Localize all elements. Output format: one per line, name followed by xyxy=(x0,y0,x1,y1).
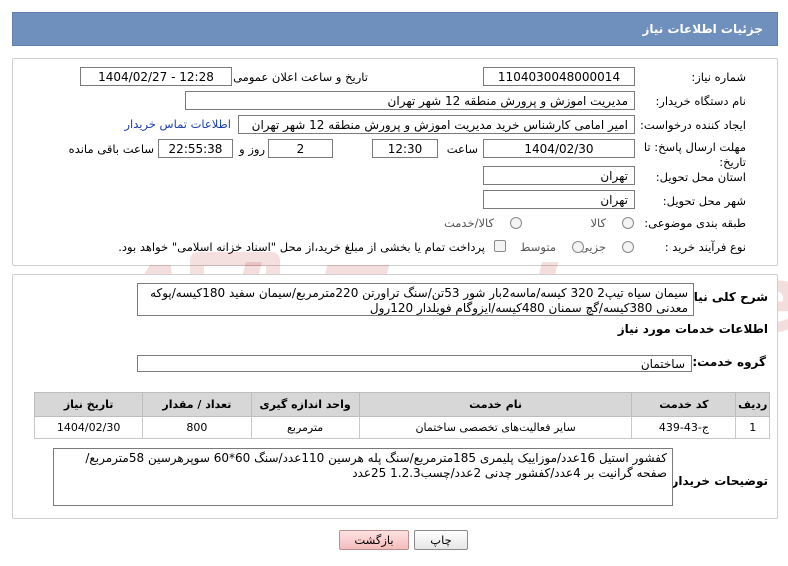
category-radio-goods-service[interactable] xyxy=(510,217,522,229)
days-label: روز و xyxy=(239,142,265,156)
table-row: 1 ج-43-439 سایر فعالیت‌های تخصصی ساختمان… xyxy=(33,416,770,439)
deadline-label: مهلت ارسال پاسخ: تا تاریخ: xyxy=(636,140,746,170)
category-option-goods-service: کالا/خدمت xyxy=(443,216,494,230)
need-number-label: شماره نیاز: xyxy=(691,70,746,84)
cell-service-code: ج-43-439 xyxy=(631,416,737,439)
category-label: طبقه بندی موضوعی: xyxy=(644,216,746,230)
category-radio-goods[interactable] xyxy=(622,217,634,229)
cell-service-name: سایر فعالیت‌های تخصصی ساختمان xyxy=(358,416,633,439)
description-textarea: سیمان سیاه تیپ2 320 کیسه/ماسه2بار شور 53… xyxy=(137,283,694,316)
service-group-label: گروه خدمت: xyxy=(692,355,766,369)
col-row-number: ردیف xyxy=(735,392,770,417)
announce-label: تاریخ و ساعت اعلان عمومی: xyxy=(229,70,368,84)
process-label: نوع فرآیند خرید : xyxy=(664,240,746,254)
cell-row-number: 1 xyxy=(735,416,770,439)
city-label: شهر محل تحویل: xyxy=(662,194,746,208)
process-radio-minor[interactable] xyxy=(622,241,634,253)
col-service-name: نام خدمت xyxy=(358,392,633,417)
deadline-time-field: 12:30 xyxy=(372,139,438,158)
buyer-notes-textarea: کفشور استیل 16عدد/موزاییک پلیمری 185مترم… xyxy=(53,448,673,506)
city-field: تهران xyxy=(483,190,635,209)
process-radio-medium[interactable] xyxy=(572,241,584,253)
days-field: 2 xyxy=(268,139,333,158)
col-unit: واحد اندازه گیری xyxy=(250,392,360,417)
col-service-code: کد خدمت xyxy=(631,392,737,417)
requester-field: امیر امامی کارشناس خرید مدیریت اموزش و پ… xyxy=(238,115,635,134)
category-option-goods: کالا xyxy=(590,216,606,230)
cell-need-date: 1404/02/30 xyxy=(33,416,144,439)
service-group-field: ساختمان xyxy=(137,355,692,372)
deadline-date-field: 1404/02/30 xyxy=(483,139,635,158)
requester-label: ایجاد کننده درخواست: xyxy=(640,118,746,132)
process-option-medium: متوسط xyxy=(519,240,556,254)
province-label: استان محل تحویل: xyxy=(655,170,746,184)
remaining-time-field: 22:55:38 xyxy=(158,139,233,158)
services-table-header: ردیف کد خدمت نام خدمت واحد اندازه گیری ت… xyxy=(33,392,770,417)
payment-note: پرداخت تمام یا بخشی از مبلغ خرید،از محل … xyxy=(118,240,485,254)
page-title: جزئیات اطلاعات نیاز xyxy=(642,22,763,36)
services-table: ردیف کد خدمت نام خدمت واحد اندازه گیری ت… xyxy=(33,392,770,439)
buyer-org-label: نام دستگاه خریدار: xyxy=(655,94,746,108)
col-need-date: تاریخ نیاز xyxy=(33,392,144,417)
col-quantity: تعداد / مقدار xyxy=(142,392,252,417)
page-header: جزئیات اطلاعات نیاز xyxy=(12,12,778,46)
print-button[interactable]: چاپ xyxy=(414,530,468,550)
remaining-label: ساعت باقی مانده xyxy=(68,142,154,156)
need-number-field: 1104030048000014 xyxy=(483,67,635,86)
buyer-org-field: مدیریت اموزش و پرورش منطقه 12 شهر تهران xyxy=(185,91,635,110)
deadline-time-label: ساعت xyxy=(446,142,478,156)
description-label: شرح کلی نیاز: xyxy=(682,290,768,304)
payment-checkbox[interactable] xyxy=(494,240,506,252)
contact-info-link[interactable]: اطلاعات تماس خریدار xyxy=(124,117,231,131)
buyer-notes-label: توضیحات خریدار: xyxy=(666,474,768,488)
back-button[interactable]: بازگشت xyxy=(339,530,409,550)
province-field: تهران xyxy=(483,166,635,185)
deadline-label-text: مهلت ارسال پاسخ: تا تاریخ: xyxy=(643,140,746,169)
services-section-title: اطلاعات خدمات مورد نیاز xyxy=(617,322,768,336)
announce-field: 1404/02/27 - 12:28 xyxy=(80,67,232,86)
cell-quantity: 800 xyxy=(142,416,252,439)
cell-unit: مترمربع xyxy=(250,416,360,439)
